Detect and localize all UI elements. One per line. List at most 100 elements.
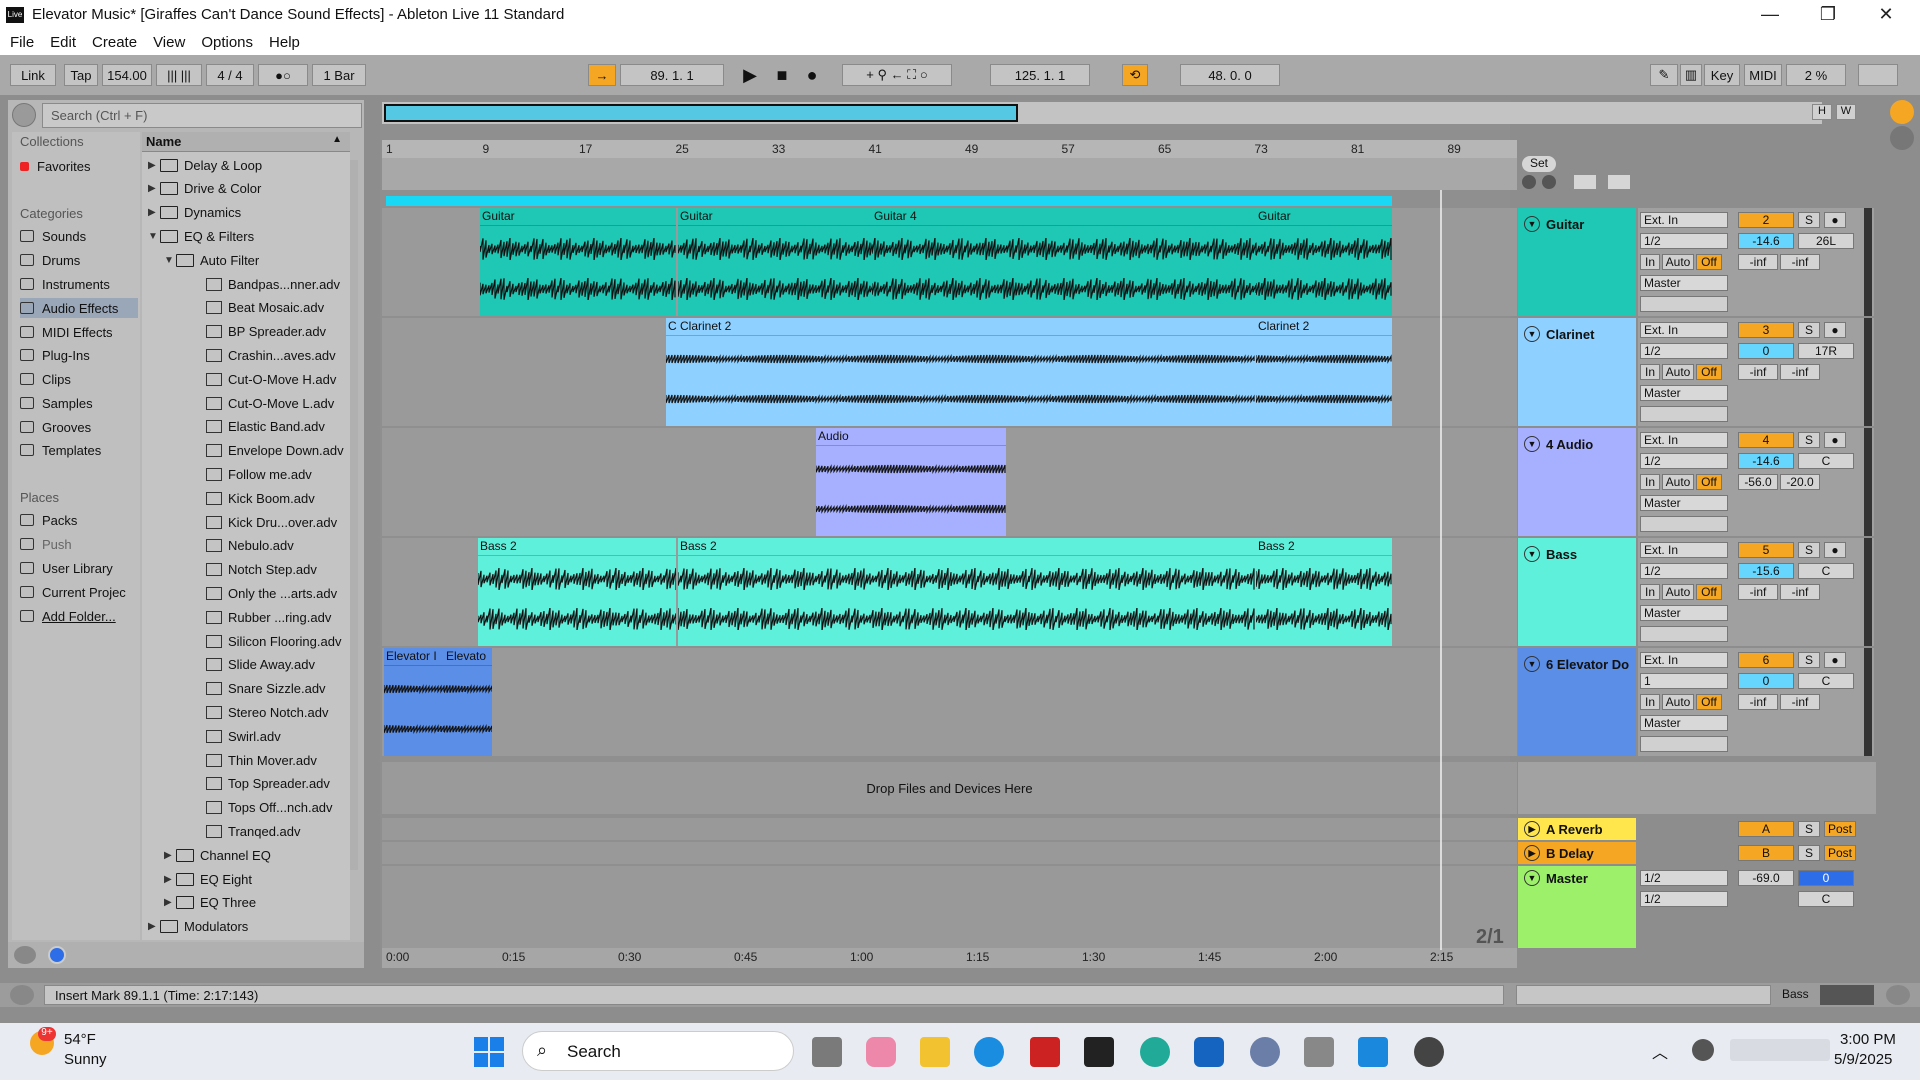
volume-field[interactable]: -14.6 bbox=[1738, 453, 1794, 469]
scrub-area[interactable] bbox=[382, 158, 1517, 190]
send-b-field[interactable]: -20.0 bbox=[1780, 474, 1820, 490]
browser-file-row[interactable]: Snare Sizzle.adv bbox=[194, 679, 326, 699]
minimize-button[interactable]: — bbox=[1742, 0, 1798, 29]
browser-file-row[interactable]: Notch Step.adv bbox=[194, 560, 317, 580]
detail-toggle-icon[interactable] bbox=[1886, 985, 1910, 1005]
menu-help[interactable]: Help bbox=[269, 34, 300, 51]
audio-clip[interactable]: Bass 2 bbox=[478, 538, 676, 646]
sidebar-item-drums[interactable]: Drums bbox=[20, 250, 138, 270]
volume-field[interactable]: -15.6 bbox=[1738, 563, 1794, 579]
browser-search-input[interactable]: Search (Ctrl + F) bbox=[42, 103, 362, 128]
time-ruler[interactable]: 0:00 0:15 0:30 0:45 1:00 1:15 1:30 1:45 2:00 2:15 bbox=[382, 948, 1517, 968]
browser-file-row[interactable]: Slide Away.adv bbox=[194, 655, 315, 675]
sidebar-item-samples[interactable]: Samples bbox=[20, 393, 138, 413]
monitor-in-button[interactable]: In bbox=[1640, 474, 1660, 490]
settings-icon[interactable] bbox=[1250, 1037, 1280, 1067]
mixer-toggle-icon[interactable] bbox=[1890, 126, 1914, 150]
sidebar-item-favorites[interactable]: Favorites bbox=[20, 156, 138, 176]
menu-file[interactable]: File bbox=[10, 34, 34, 51]
return-activator-button[interactable]: A bbox=[1738, 821, 1794, 837]
send-a-field[interactable]: -inf bbox=[1738, 584, 1778, 600]
track-header[interactable]: ▼ Clarinet bbox=[1518, 318, 1636, 426]
sidebar-item-sounds[interactable]: Sounds bbox=[20, 226, 138, 246]
monitor-in-button[interactable]: In bbox=[1640, 364, 1660, 380]
track-activator-button[interactable]: 2 bbox=[1738, 212, 1794, 228]
loop-switch-icon[interactable]: ⟲ bbox=[1122, 64, 1148, 86]
lock-icon[interactable] bbox=[1608, 175, 1630, 189]
cue-output-select[interactable]: 1/2 bbox=[1640, 891, 1728, 907]
volume-field[interactable]: 0 bbox=[1738, 343, 1794, 359]
audio-clip[interactable]: Clarinet 2 bbox=[678, 318, 1256, 426]
return-track-header[interactable]: ▶ A Reverb bbox=[1518, 818, 1636, 840]
ableton-live-active-icon[interactable] bbox=[1358, 1037, 1388, 1067]
record-icon[interactable]: ● bbox=[798, 64, 826, 86]
solo-button[interactable]: S bbox=[1798, 322, 1820, 338]
sidebar-item-user-library[interactable]: User Library bbox=[20, 558, 138, 578]
send-a-field[interactable]: -inf bbox=[1738, 254, 1778, 270]
copilot-icon[interactable] bbox=[866, 1037, 896, 1067]
post-button[interactable]: Post bbox=[1824, 845, 1856, 861]
browser-file-row[interactable]: Envelope Down.adv bbox=[194, 441, 344, 461]
task-view-icon[interactable] bbox=[812, 1037, 842, 1067]
track-activator-button[interactable]: 4 bbox=[1738, 432, 1794, 448]
expand-icon[interactable]: ▶ bbox=[164, 897, 176, 908]
audio-clip[interactable]: Bass 2 bbox=[678, 538, 1256, 646]
output-sub-select[interactable] bbox=[1640, 406, 1728, 422]
maximize-button[interactable]: ❐ bbox=[1800, 0, 1856, 29]
output-sub-select[interactable] bbox=[1640, 296, 1728, 312]
sidebar-item-add-folder[interactable]: Add Folder... bbox=[20, 606, 138, 626]
pan-field[interactable]: 26L bbox=[1798, 233, 1854, 249]
monitor-in-button[interactable]: In bbox=[1640, 584, 1660, 600]
menu-create[interactable]: Create bbox=[92, 34, 137, 51]
sidebar-item-plug-ins[interactable]: Plug-Ins bbox=[20, 345, 138, 365]
return-activator-button[interactable]: B bbox=[1738, 845, 1794, 861]
input-channel-select[interactable]: 1/2 bbox=[1640, 563, 1728, 579]
send-b-field[interactable]: -inf bbox=[1780, 254, 1820, 270]
set-locator-button[interactable]: Set bbox=[1522, 156, 1556, 172]
browser-file-row[interactable]: Stereo Notch.adv bbox=[194, 702, 328, 722]
close-button[interactable]: ✕ bbox=[1858, 0, 1914, 29]
master-lane[interactable] bbox=[382, 866, 1517, 948]
prev-locator-icon[interactable] bbox=[1522, 175, 1536, 189]
browser-file-row[interactable]: BP Spreader.adv bbox=[194, 322, 326, 342]
loop-start-field[interactable]: 125. 1. 1 bbox=[990, 64, 1090, 86]
send-b-field[interactable]: -inf bbox=[1780, 584, 1820, 600]
browser-file-row[interactable]: Thin Mover.adv bbox=[194, 750, 317, 770]
expand-icon[interactable]: ▶ bbox=[148, 183, 160, 194]
sidebar-item-push[interactable]: Push bbox=[20, 534, 138, 554]
monitor-off-button[interactable]: Off bbox=[1696, 584, 1722, 600]
monitor-auto-button[interactable]: Auto bbox=[1662, 364, 1694, 380]
volume-field[interactable]: -14.6 bbox=[1738, 233, 1794, 249]
sidebar-item-templates[interactable]: Templates bbox=[20, 440, 138, 460]
fold-icon[interactable]: ▼ bbox=[1524, 326, 1540, 342]
input-type-select[interactable]: Ext. In bbox=[1640, 432, 1728, 448]
zoom-w-button[interactable]: W bbox=[1836, 104, 1856, 120]
solo-button[interactable]: S bbox=[1798, 652, 1820, 668]
sidebar-item-instruments[interactable]: Instruments bbox=[20, 274, 138, 294]
expand-icon[interactable]: ▶ bbox=[164, 850, 176, 861]
send-a-field[interactable]: -56.0 bbox=[1738, 474, 1778, 490]
system-tray-icons[interactable] bbox=[1692, 1039, 1714, 1061]
input-channel-select[interactable]: 1/2 bbox=[1640, 343, 1728, 359]
browser-folder-row[interactable]: ▼ EQ & Filters bbox=[148, 226, 254, 246]
browser-file-row[interactable]: Bandpas...nner.adv bbox=[194, 274, 340, 294]
edge-icon[interactable] bbox=[974, 1037, 1004, 1067]
return-lane[interactable] bbox=[382, 818, 1517, 840]
nudge-buttons[interactable]: ||| ||| bbox=[156, 64, 202, 86]
track-lane[interactable] bbox=[382, 648, 1517, 756]
browser-file-row[interactable]: Only the ...arts.adv bbox=[194, 583, 337, 603]
return-lane[interactable] bbox=[382, 842, 1517, 864]
output-select[interactable]: Master bbox=[1640, 495, 1728, 511]
midi-map-button[interactable]: MIDI bbox=[1744, 64, 1782, 86]
start-icon[interactable] bbox=[474, 1037, 504, 1067]
pan-field[interactable]: C bbox=[1798, 563, 1854, 579]
browser-folder-row[interactable]: ▶ Dynamics bbox=[148, 203, 241, 223]
browser-file-row[interactable]: Top Spreader.adv bbox=[194, 774, 330, 794]
play-icon[interactable]: ▶ bbox=[736, 64, 764, 86]
browser-folder-row[interactable]: ▶ Modulators bbox=[148, 917, 248, 937]
browser-file-row[interactable]: Kick Dru...over.adv bbox=[194, 512, 337, 532]
monitor-in-button[interactable]: In bbox=[1640, 694, 1660, 710]
browser-file-row[interactable]: Tranqed.adv bbox=[194, 821, 301, 841]
chevron-up-icon[interactable]: ︿ bbox=[1652, 1039, 1668, 1063]
input-type-select[interactable]: Ext. In bbox=[1640, 542, 1728, 558]
